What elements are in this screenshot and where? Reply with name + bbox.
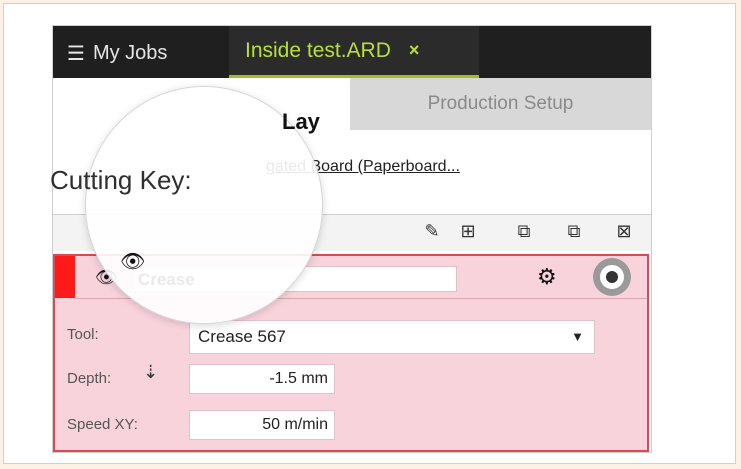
cutting-key-label: Cutting Key: <box>50 165 192 195</box>
eye-icon[interactable]: 👁 <box>120 249 145 274</box>
tool-select[interactable]: Crease 567 ▼ <box>189 320 595 354</box>
layer-color-swatch <box>55 256 75 298</box>
tab-my-jobs[interactable]: ☰ My Jobs <box>67 40 167 66</box>
add-icon[interactable]: ⊞ <box>457 219 479 243</box>
app-window: ☰ My Jobs Inside test.ARD × Production S… <box>50 26 651 452</box>
tool-select-value: Crease 567 <box>198 327 286 346</box>
pencil-icon[interactable]: ✎ <box>421 219 443 243</box>
tab-inside-test[interactable]: Inside test.ARD × <box>229 26 479 78</box>
tab-inside-test-label: Inside test.ARD <box>245 38 391 62</box>
depth-field[interactable]: -1.5 mm <box>189 364 335 394</box>
speed-field[interactable]: 50 m/min <box>189 410 335 440</box>
magnifier-lens: Lay Cutting Key: 👁 <box>50 86 323 324</box>
top-tab-bar: ☰ My Jobs Inside test.ARD × <box>53 26 651 78</box>
depth-icon: ⇣ <box>143 362 159 382</box>
delete-icon[interactable]: ⊠ <box>613 219 635 243</box>
copy-icon[interactable]: ⧉ <box>513 219 535 243</box>
depth-label: Depth: <box>67 370 112 387</box>
close-tab-icon[interactable]: × <box>409 40 420 61</box>
chevron-down-icon: ▼ <box>571 329 584 344</box>
gear-icon[interactable]: ⚙ <box>537 264 557 290</box>
tab-layout-label: Lay <box>282 109 320 134</box>
duplicate-icon[interactable]: ⧉ <box>563 219 585 243</box>
tool-label: Tool: <box>67 326 99 343</box>
list-icon: ☰ <box>67 42 85 65</box>
target-icon[interactable] <box>593 258 631 296</box>
tab-my-jobs-label: My Jobs <box>92 41 168 64</box>
speed-label: Speed XY: <box>67 416 138 433</box>
tab-production-setup[interactable]: Production Setup <box>350 78 651 130</box>
